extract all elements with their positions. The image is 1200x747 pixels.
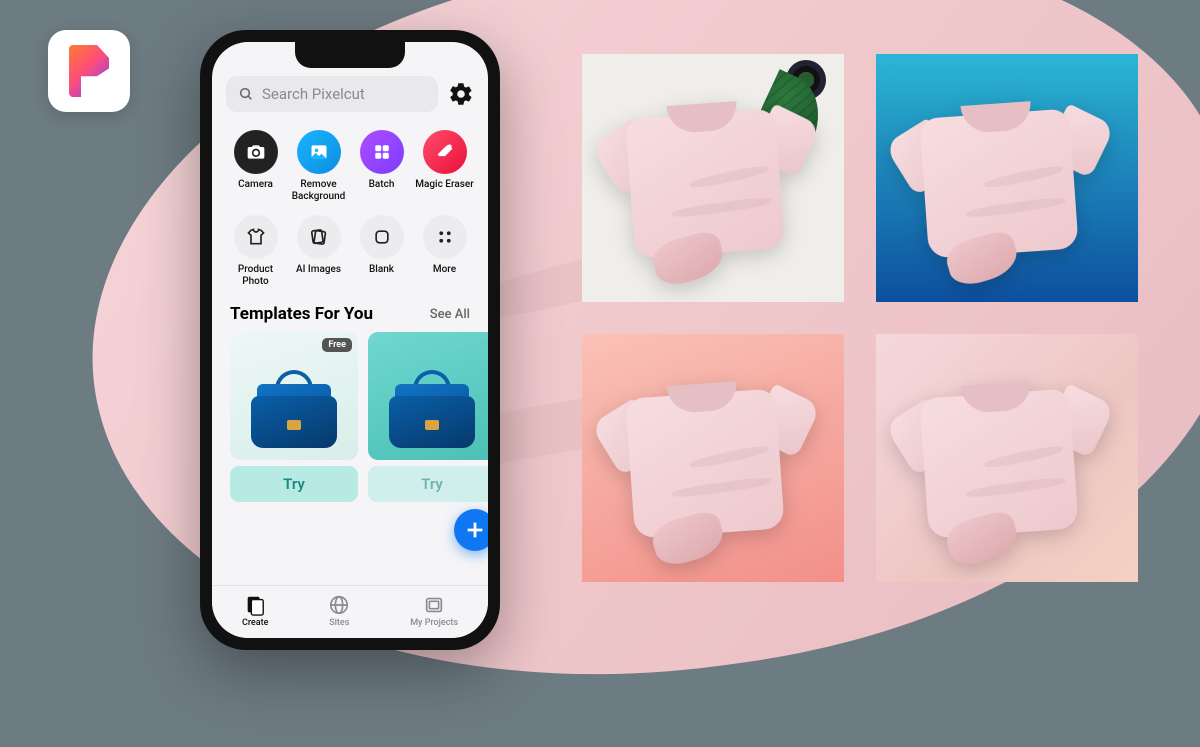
template-card[interactable]: Try — [368, 332, 488, 585]
tool-label: Batch — [369, 179, 395, 191]
phone-screen: Search Pixelcut Camera Remove Background… — [212, 42, 488, 638]
handbag-graphic — [389, 380, 475, 448]
tool-camera[interactable]: Camera — [224, 130, 287, 203]
tab-create[interactable]: Create — [242, 594, 268, 628]
plus-icon — [464, 519, 486, 541]
tool-label: More — [433, 264, 456, 276]
tool-magic-eraser[interactable]: Magic Eraser — [413, 130, 476, 203]
templates-title: Templates For You — [230, 304, 373, 324]
pink-tshirt — [896, 366, 1118, 560]
tab-bar: Create Sites My Projects — [212, 585, 488, 638]
tab-label: Create — [242, 618, 268, 628]
mockup-white-plant[interactable] — [582, 54, 844, 302]
create-icon — [244, 594, 266, 616]
handbag-graphic — [251, 380, 337, 448]
blank-icon — [372, 227, 392, 247]
tool-label: Remove Background — [288, 179, 350, 203]
image-icon — [309, 142, 329, 162]
phone-frame: Search Pixelcut Camera Remove Background… — [200, 30, 500, 650]
tool-label: AI Images — [296, 264, 341, 276]
tool-more[interactable]: More — [413, 215, 476, 288]
tool-batch[interactable]: Batch — [350, 130, 413, 203]
tab-my-projects[interactable]: My Projects — [410, 594, 458, 628]
app-logo-badge — [48, 30, 130, 112]
pink-tshirt — [896, 86, 1118, 280]
mockup-pink-marble[interactable] — [876, 334, 1138, 582]
tool-label: Product Photo — [225, 264, 287, 288]
template-thumbnail — [368, 332, 488, 460]
tool-label: Blank — [369, 264, 394, 276]
see-all-link[interactable]: See All — [430, 307, 470, 322]
tool-label: Camera — [238, 179, 273, 191]
eraser-icon — [435, 142, 455, 162]
mockup-grid — [582, 54, 1138, 582]
templates-header: Templates For You See All — [212, 294, 488, 332]
tools-grid: Camera Remove Background Batch Magic Era… — [212, 120, 488, 294]
tool-remove-background[interactable]: Remove Background — [287, 130, 350, 203]
phone-notch — [295, 42, 405, 68]
gear-icon[interactable] — [448, 81, 474, 107]
template-card[interactable]: Free Try — [230, 332, 358, 585]
mockup-peach-gradient[interactable] — [582, 334, 844, 582]
tool-label: Magic Eraser — [415, 179, 474, 191]
camera-icon — [246, 142, 266, 162]
pink-tshirt — [602, 366, 824, 560]
cards-icon — [309, 227, 329, 247]
search-placeholder: Search Pixelcut — [262, 85, 365, 103]
tshirt-icon — [246, 227, 266, 247]
tab-label: Sites — [329, 618, 349, 628]
more-icon — [436, 228, 454, 246]
try-button[interactable]: Try — [368, 466, 488, 502]
search-icon — [238, 86, 254, 102]
tool-ai-images[interactable]: AI Images — [287, 215, 350, 288]
pixelcut-logo-icon — [69, 45, 109, 97]
tab-label: My Projects — [410, 618, 458, 628]
tab-sites[interactable]: Sites — [328, 594, 350, 628]
add-button[interactable] — [454, 509, 488, 551]
folder-icon — [423, 594, 445, 616]
template-thumbnail: Free — [230, 332, 358, 460]
templates-row: Free Try Try — [212, 332, 488, 585]
free-badge: Free — [322, 338, 352, 352]
search-input[interactable]: Search Pixelcut — [226, 76, 438, 112]
try-button[interactable]: Try — [230, 466, 358, 502]
pink-tshirt — [602, 86, 824, 280]
tool-blank[interactable]: Blank — [350, 215, 413, 288]
tool-product-photo[interactable]: Product Photo — [224, 215, 287, 288]
globe-icon — [328, 594, 350, 616]
grid-icon — [373, 143, 391, 161]
mockup-blue-gradient[interactable] — [876, 54, 1138, 302]
